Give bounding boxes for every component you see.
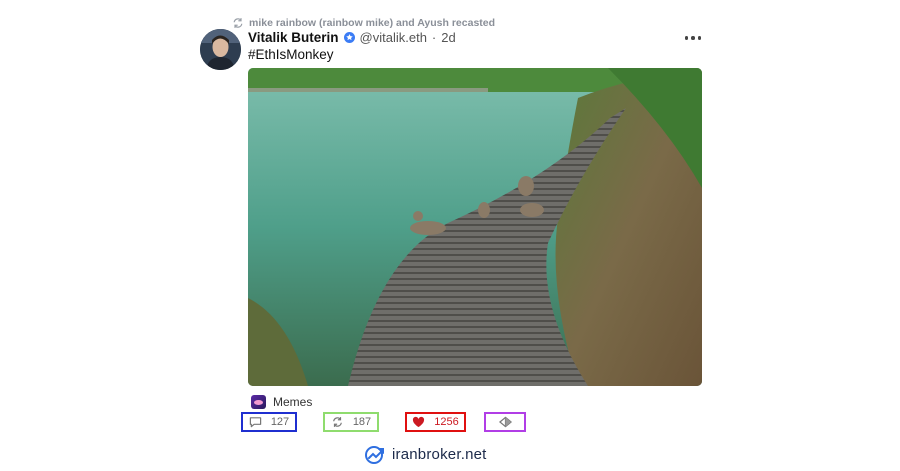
recast-notice: mike rainbow (rainbow mike) and Ayush re… bbox=[232, 16, 495, 30]
recast-count: 187 bbox=[352, 416, 372, 428]
recast-button[interactable]: 187 bbox=[323, 412, 379, 432]
brand-logo-icon bbox=[365, 446, 384, 464]
tip-button[interactable] bbox=[484, 412, 526, 432]
more-options-button[interactable] bbox=[682, 31, 704, 45]
post-timestamp[interactable]: 2d bbox=[441, 30, 455, 45]
recast-notice-text: mike rainbow (rainbow mike) and Ayush re… bbox=[249, 17, 496, 29]
more-options-dot-icon bbox=[691, 36, 695, 40]
recast-icon bbox=[332, 417, 342, 427]
comment-icon bbox=[249, 417, 262, 428]
like-button[interactable]: 1256 bbox=[405, 412, 466, 432]
reply-button[interactable]: 127 bbox=[241, 412, 297, 432]
verified-badge-icon bbox=[343, 32, 355, 43]
watermark: iranbroker.net bbox=[364, 443, 487, 465]
author-name[interactable]: Vitalik Buterin bbox=[248, 30, 339, 45]
recast-icon bbox=[233, 18, 243, 28]
channel-name: Memes bbox=[273, 395, 313, 409]
heart-icon bbox=[413, 416, 425, 428]
post-header: Vitalik Buterin @vitalik.eth · 2d bbox=[248, 30, 456, 45]
post-image[interactable] bbox=[248, 68, 702, 386]
like-count: 1256 bbox=[434, 416, 459, 428]
diamond-tip-icon bbox=[498, 416, 512, 428]
more-options-dot-icon bbox=[697, 36, 702, 40]
author-avatar[interactable] bbox=[200, 29, 241, 70]
memes-channel-icon bbox=[251, 395, 266, 409]
separator-dot: · bbox=[431, 30, 437, 45]
channel-tag[interactable]: Memes bbox=[248, 392, 317, 412]
post-text: #EthIsMonkey bbox=[248, 47, 334, 62]
reply-count: 127 bbox=[270, 416, 290, 428]
brand-name: iranbroker.net bbox=[392, 445, 487, 463]
author-handle[interactable]: @vitalik.eth bbox=[360, 30, 427, 45]
more-options-dot-icon bbox=[684, 36, 689, 40]
